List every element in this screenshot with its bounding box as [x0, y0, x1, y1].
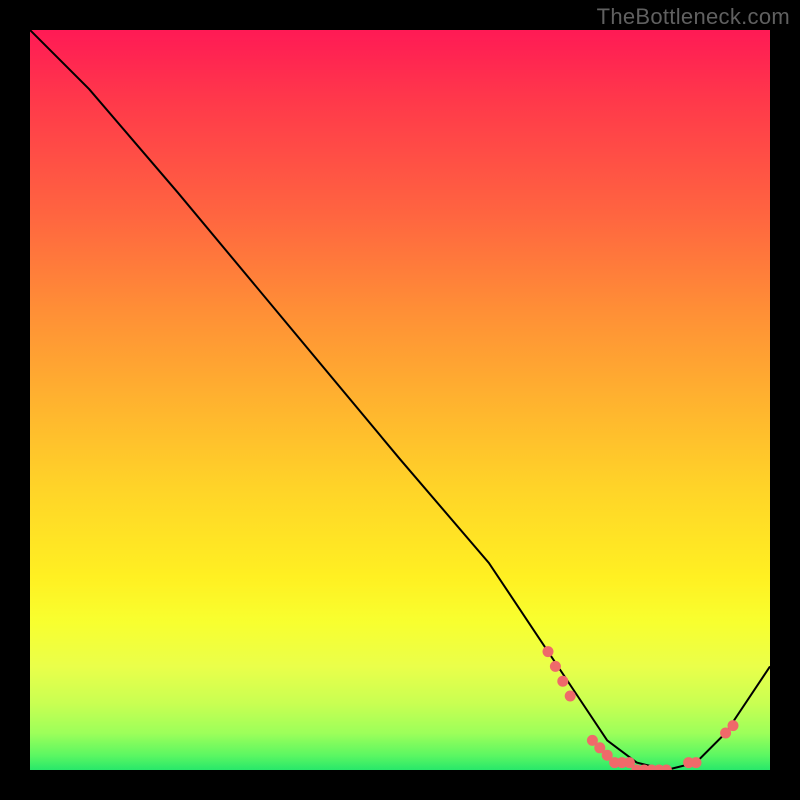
watermark-text: TheBottleneck.com — [597, 4, 790, 30]
highlight-dot — [550, 661, 561, 672]
bottleneck-curve — [30, 30, 770, 770]
chart-svg — [30, 30, 770, 770]
highlight-dot — [691, 757, 702, 768]
highlighted-dots-group — [543, 646, 739, 770]
highlight-dot — [565, 691, 576, 702]
highlight-dot — [557, 676, 568, 687]
chart-stage: TheBottleneck.com — [0, 0, 800, 800]
highlight-dot — [543, 646, 554, 657]
highlight-dot — [661, 765, 672, 771]
chart-plot-area — [30, 30, 770, 770]
highlight-dot — [728, 720, 739, 731]
